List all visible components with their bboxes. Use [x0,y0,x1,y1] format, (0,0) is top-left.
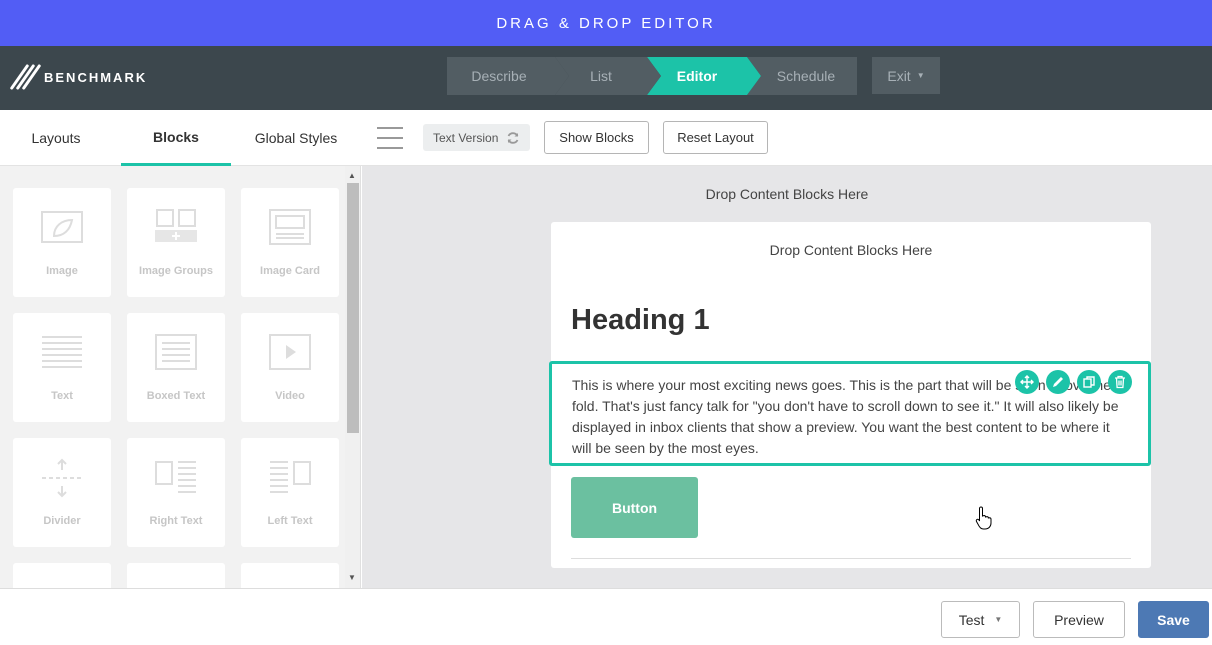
brand-name: BENCHMARK [44,69,148,85]
save-label: Save [1157,611,1190,628]
scroll-up-icon[interactable]: ▲ [348,171,356,180]
app-title: DRAG & DROP EDITOR [496,14,716,32]
right-text-icon [155,461,196,493]
divider-icon [42,458,82,498]
save-button[interactable]: Save [1138,601,1209,638]
tab-blocks[interactable]: Blocks [121,110,231,166]
drop-zone-outer[interactable]: Drop Content Blocks Here [362,186,1212,202]
tab-label: Layouts [31,130,81,146]
tab-layouts[interactable]: Layouts [0,110,112,166]
block-label: Right Text [149,515,203,527]
block-image-groups[interactable]: Image Groups [127,188,225,297]
step-schedule[interactable]: Schedule [747,57,857,95]
step-label: Schedule [776,68,836,84]
block-image[interactable]: Image [13,188,111,297]
text-version-label: Text Version [433,130,499,145]
image-groups-icon [155,209,197,242]
email-body: Drop Content Blocks Here Heading 1 This … [549,222,1151,568]
header-nav: BENCHMARK Describe List Editor Schedule … [0,46,1212,110]
block-label: Text [51,390,73,402]
edit-icon[interactable] [1046,370,1070,394]
left-text-icon [270,461,311,493]
step-editor[interactable]: Editor [647,57,761,95]
block-video[interactable]: Video [241,313,339,422]
block-tools [1015,370,1132,394]
block-left-text[interactable]: Left Text [241,438,339,547]
email-button[interactable]: Button [571,477,698,538]
hand-cursor-icon [975,506,993,535]
scroll-down-icon[interactable]: ▼ [348,573,356,582]
text-icon [42,336,82,368]
sidebar-scroll-thumb[interactable] [347,183,359,433]
block-label: Boxed Text [146,390,206,402]
show-blocks-label: Show Blocks [559,130,634,145]
show-blocks-button[interactable]: Show Blocks [544,121,649,154]
tab-label: Blocks [153,128,199,145]
exit-label: Exit [887,67,911,84]
step-label: Describe [471,68,527,84]
brand-logo[interactable]: BENCHMARK [9,60,148,94]
exit-button[interactable]: Exit ▼ [872,57,940,94]
video-icon [269,334,311,370]
preview-button[interactable]: Preview [1033,601,1125,638]
preview-label: Preview [1054,611,1104,628]
workflow-steps: Describe List Editor Schedule [447,57,857,95]
email-heading[interactable]: Heading 1 [571,304,710,337]
block-boxed-text[interactable]: Boxed Text [127,313,225,422]
reset-layout-label: Reset Layout [677,130,754,145]
editor-toolbar: Layouts Blocks Global Styles Text Versio… [0,110,1212,166]
email-divider [571,558,1131,559]
step-label: Editor [676,68,718,84]
block-label: Image [46,265,78,277]
selected-text-block[interactable]: This is where your most exciting news go… [549,361,1151,466]
block-label: Image Groups [139,265,213,277]
block-text[interactable]: Text [13,313,111,422]
move-icon[interactable] [1015,370,1039,394]
footer-bar: Test ▼ Preview Save [0,588,1212,645]
editor-canvas: Drop Content Blocks Here Drop Content Bl… [362,166,1212,588]
step-label: List [590,68,612,84]
block-right-text[interactable]: Right Text [127,438,225,547]
block-image-card[interactable]: Image Card [241,188,339,297]
block-divider[interactable]: Divider [13,438,111,547]
tab-global-styles[interactable]: Global Styles [241,110,351,166]
refresh-icon [508,131,519,144]
logo-mark-icon [9,60,42,94]
reset-layout-button[interactable]: Reset Layout [663,121,768,154]
block-label: Left Text [267,515,313,527]
caret-down-icon: ▼ [994,615,1003,624]
tab-label: Global Styles [254,130,338,146]
app-title-bar: DRAG & DROP EDITOR [0,0,1212,46]
menu-icon[interactable] [377,127,403,149]
image-icon [41,211,83,243]
block-partial[interactable] [127,563,225,588]
copy-icon[interactable] [1077,370,1101,394]
step-describe[interactable]: Describe [447,57,569,95]
image-card-icon [269,209,311,245]
boxed-text-icon [155,334,197,370]
delete-icon[interactable] [1108,370,1132,394]
drop-zone-inner[interactable]: Drop Content Blocks Here [551,242,1151,258]
block-partial[interactable] [241,563,339,588]
email-button-label: Button [611,499,658,516]
test-label: Test [958,611,985,628]
test-button[interactable]: Test ▼ [941,601,1020,638]
blocks-sidebar: Image Image Groups Image Card Text Boxed… [0,166,361,588]
text-version-button[interactable]: Text Version [423,124,530,151]
caret-down-icon: ▼ [916,71,925,80]
block-label: Image Card [260,265,320,277]
block-label: Divider [43,515,81,527]
block-partial[interactable] [13,563,111,588]
block-label: Video [275,390,305,402]
